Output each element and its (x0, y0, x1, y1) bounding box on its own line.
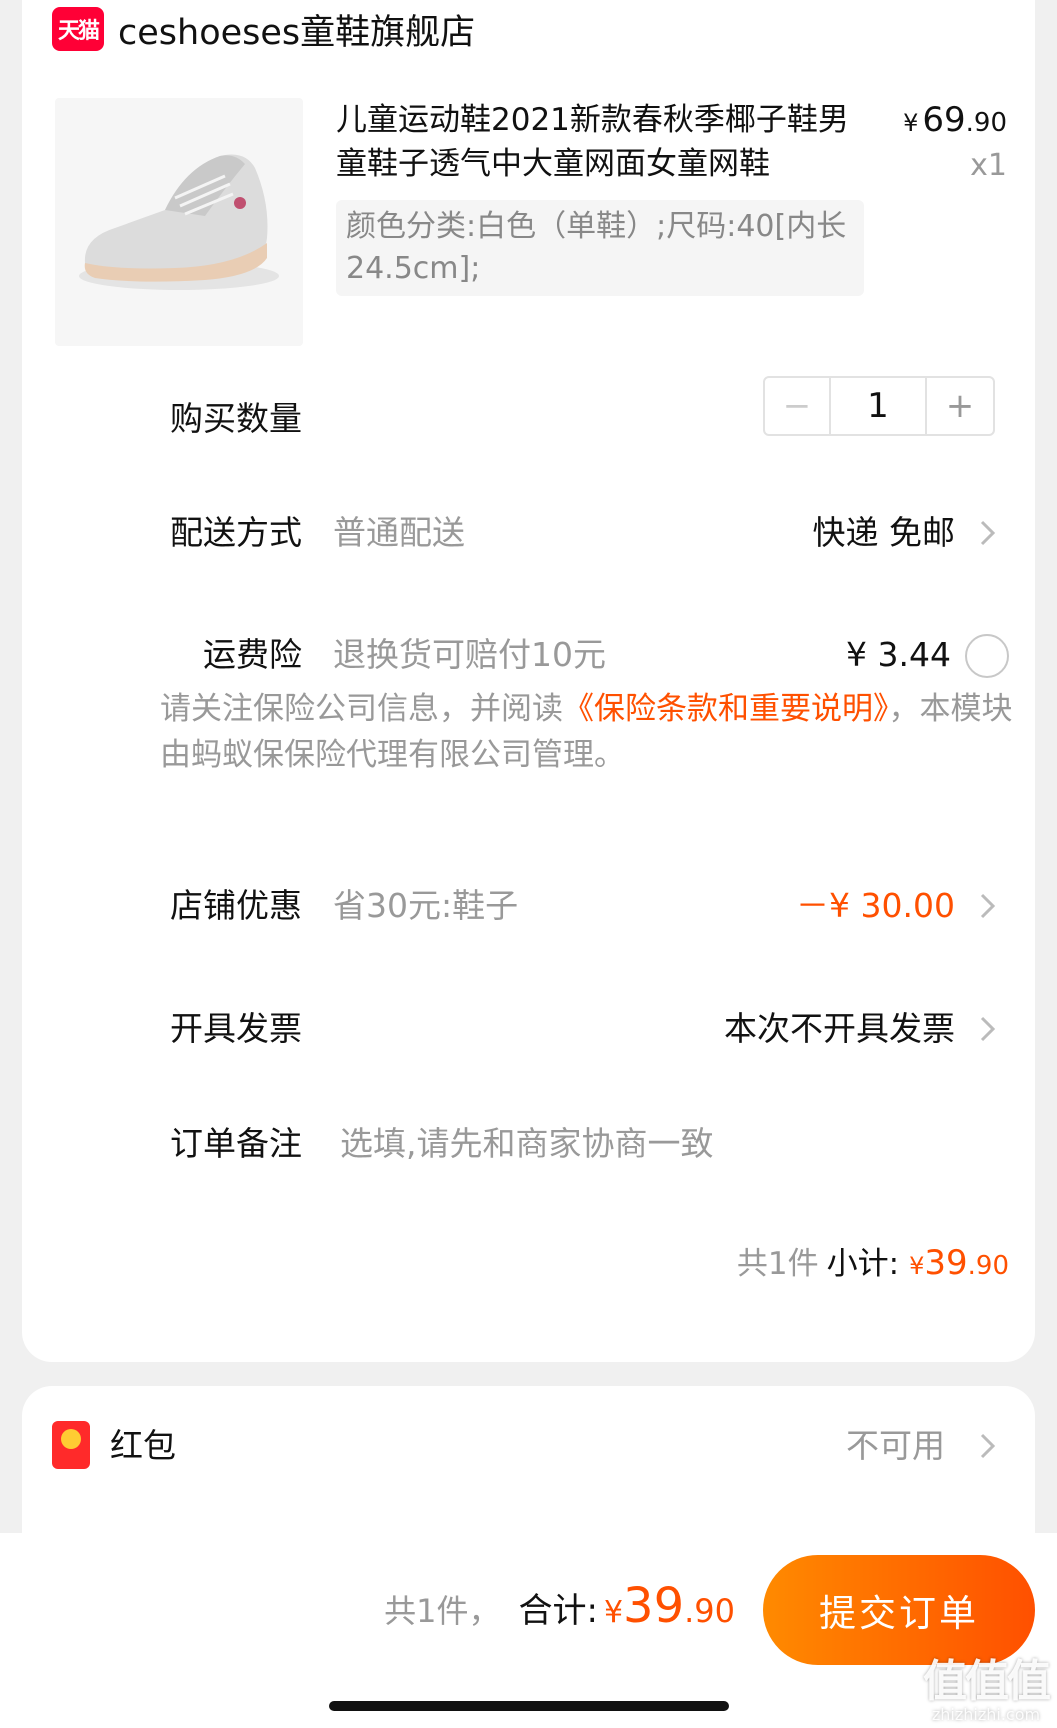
shoe-image (79, 154, 279, 290)
home-indicator[interactable] (329, 1701, 729, 1711)
order-total: 共1件， 合计: ¥39.90 (384, 1578, 735, 1650)
quantity-row: 购买数量 − 1 + (22, 376, 1035, 449)
quantity-stepper[interactable]: − 1 + (763, 376, 995, 436)
order-card: 天猫 ceshoeses童鞋旗舰店 儿童运动鞋2021新款春秋季椰子鞋男童鞋子透… (22, 0, 1035, 1362)
insurance-note: 请关注保险公司信息，并阅读《保险条款和重要说明》，本模块由蚂蚁保保险代理有限公司… (160, 686, 1020, 778)
subtotal: 共1件 小计: ¥39.90 (737, 1238, 1009, 1288)
price-column: ¥69.90 x1 (903, 100, 1007, 183)
remark-label: 订单备注 (170, 1124, 302, 1163)
subtotal-amount: ¥39.90 (909, 1243, 1009, 1283)
total-integer: 39 (623, 1578, 685, 1634)
chevron-right-icon (980, 1433, 996, 1459)
delivery-label: 配送方式 (170, 513, 302, 552)
store-discount-row[interactable]: 店铺优惠 省30元:鞋子 －¥ 30.00 (22, 876, 1035, 936)
product-price: ¥69.90 (903, 100, 1007, 140)
chevron-right-icon (980, 1016, 996, 1042)
watermark-logo: 值值值 (923, 1656, 1051, 1707)
store-discount-value: －¥ 30.00 (796, 886, 955, 925)
chevron-right-icon (980, 893, 996, 919)
store-header[interactable]: 天猫 ceshoeses童鞋旗舰店 (52, 4, 475, 54)
total-decimal: .90 (684, 1592, 735, 1630)
price-integer: 69 (922, 100, 966, 140)
total-label: 合计: (518, 1591, 598, 1631)
invoice-row[interactable]: 开具发票 本次不开具发票 (22, 999, 1035, 1059)
delivery-value: 快递 免邮 (812, 513, 956, 552)
radio-unchecked-icon[interactable] (965, 634, 1009, 678)
store-discount-desc: 省30元:鞋子 (333, 886, 519, 925)
remark-row: 订单备注 选填,请先和商家协商一致 (22, 1114, 1035, 1174)
red-packet-label: 红包 (110, 1426, 176, 1465)
total-currency: ¥ (603, 1595, 624, 1630)
quantity-value[interactable]: 1 (831, 378, 927, 434)
subtotal-integer: 39 (924, 1243, 968, 1283)
delivery-row[interactable]: 配送方式 普通配送 快递 免邮 (22, 503, 1035, 563)
store-discount-label: 店铺优惠 (170, 886, 302, 925)
subtotal-currency: ¥ (909, 1252, 925, 1280)
product-image[interactable] (55, 98, 303, 346)
remark-input[interactable]: 选填,请先和商家协商一致 (340, 1114, 714, 1174)
store-name[interactable]: ceshoeses童鞋旗舰店 (118, 4, 475, 55)
insurance-price: ¥ 3.44 (846, 635, 951, 674)
insurance-terms-link[interactable]: 《保险条款和重要说明》 (563, 691, 889, 727)
product-quantity: x1 (970, 148, 1007, 183)
price-decimal: .90 (965, 108, 1007, 138)
red-packet-icon (52, 1421, 90, 1469)
insurance-label: 运费险 (203, 635, 302, 674)
subtotal-label: 小计: (826, 1246, 900, 1282)
bottom-bar: 共1件， 合计: ¥39.90 提交订单 值值值 zhizhizhi.com (0, 1533, 1057, 1728)
invoice-value: 本次不开具发票 (724, 1009, 955, 1048)
product-title[interactable]: 儿童运动鞋2021新款春秋季椰子鞋男童鞋子透气中大童网面女童网鞋 (336, 98, 856, 186)
watermark-url: zhizhizhi.com (931, 1705, 1041, 1724)
insurance-note-prefix: 请关注保险公司信息，并阅读 (160, 691, 563, 727)
insurance-row: 运费险 退换货可赔付10元 ¥ 3.44 (22, 625, 1035, 685)
insurance-desc: 退换货可赔付10元 (333, 635, 606, 674)
invoice-label: 开具发票 (170, 1009, 302, 1048)
subtotal-decimal: .90 (967, 1251, 1009, 1281)
red-packet-status: 不可用 (846, 1426, 945, 1465)
tmall-logo-icon: 天猫 (52, 7, 104, 51)
decrease-button[interactable]: − (765, 378, 831, 434)
sku-info[interactable]: 颜色分类:白色（单鞋）;尺码:40[内长24.5cm]; (336, 200, 864, 296)
delivery-method: 普通配送 (333, 513, 465, 552)
chevron-right-icon (980, 520, 996, 546)
quantity-label: 购买数量 (170, 399, 302, 438)
total-amount: ¥39.90 (604, 1578, 735, 1634)
watermark: 值值值 zhizhizhi.com (923, 1645, 1051, 1724)
price-currency: ¥ (903, 109, 919, 137)
subtotal-count: 共1件 (736, 1246, 819, 1282)
increase-button[interactable]: + (927, 378, 993, 434)
total-count: 共1件， (384, 1592, 501, 1630)
